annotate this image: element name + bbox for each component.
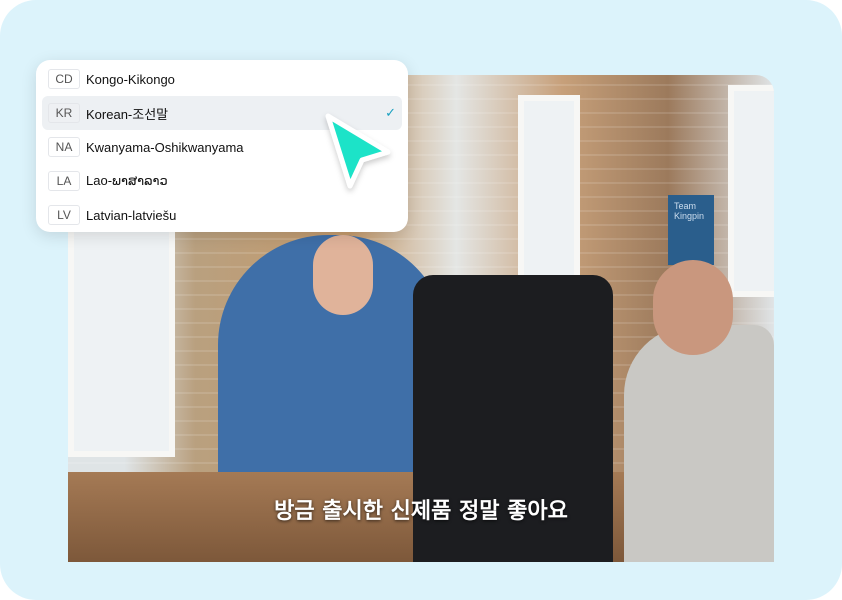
language-code: LA bbox=[48, 171, 80, 191]
language-label: Kongo-Kikongo bbox=[86, 71, 175, 87]
subtitle-caption: 방금 출시한 신제품 정말 좋아요 bbox=[274, 499, 568, 524]
host-person bbox=[624, 325, 774, 562]
cursor-pointer-icon bbox=[325, 113, 391, 189]
window-right bbox=[728, 85, 774, 297]
wall-sign: Team Kingpin bbox=[668, 195, 714, 265]
language-option-cd[interactable]: CD Kongo-Kikongo bbox=[42, 62, 402, 96]
language-option-lv[interactable]: LV Latvian-latviešu bbox=[42, 198, 402, 232]
language-code: NA bbox=[48, 137, 80, 157]
language-code: KR bbox=[48, 103, 80, 123]
guest-head bbox=[313, 235, 373, 315]
host-head bbox=[653, 260, 733, 355]
language-code: CD bbox=[48, 69, 80, 89]
language-label: Latvian-latviešu bbox=[86, 207, 177, 223]
window-left bbox=[68, 225, 175, 457]
language-code: LV bbox=[48, 205, 80, 225]
